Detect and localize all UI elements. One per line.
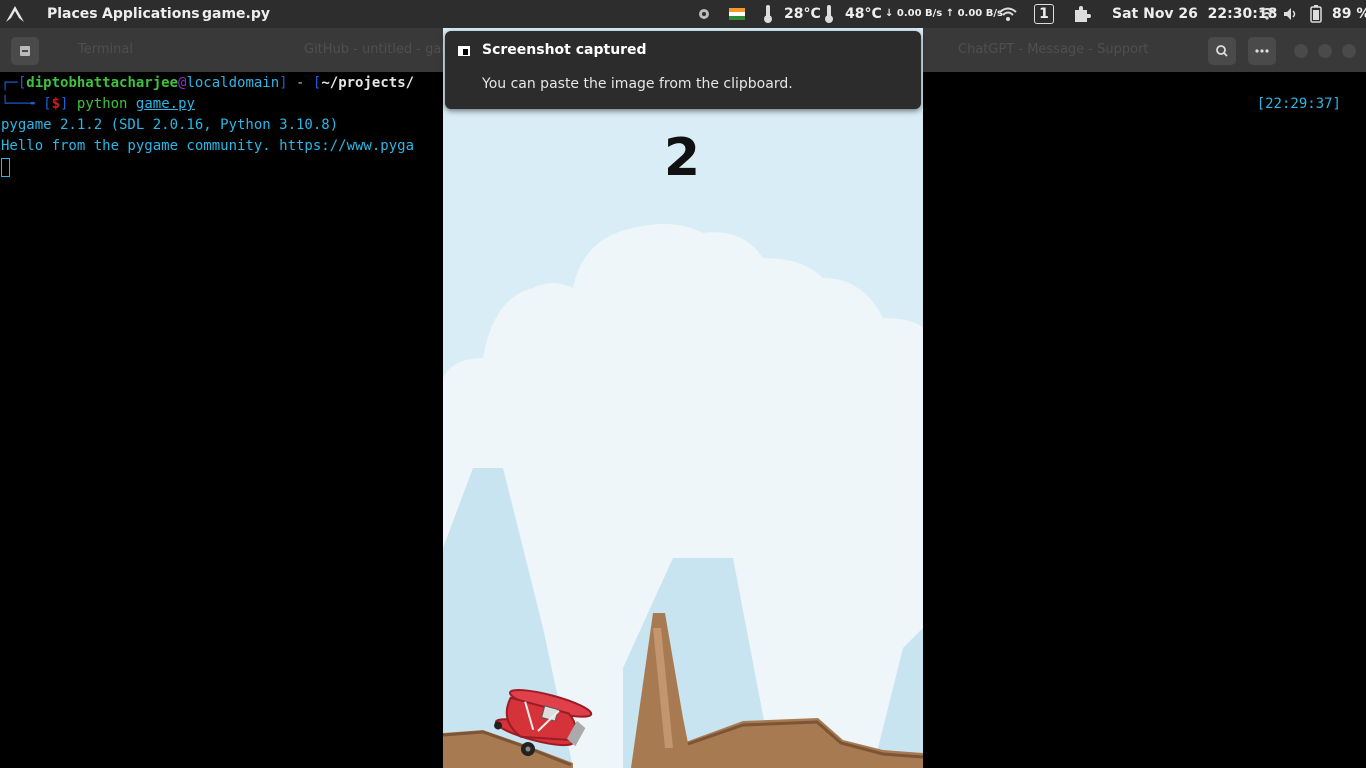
wifi-status-icon[interactable]	[1259, 0, 1275, 28]
network-speed[interactable]: ↓ 0.00 B/s ↑ 0.00 B/s	[885, 0, 1003, 28]
maximize-button[interactable]	[1318, 44, 1332, 58]
applications-menu[interactable]: Applications	[102, 0, 200, 28]
menu-button[interactable]	[1248, 37, 1276, 65]
arch-logo-icon[interactable]	[6, 0, 24, 28]
prompt-symbol: $	[51, 96, 61, 112]
prompt-timestamp: [22:29:37]	[1256, 96, 1341, 112]
workspace-indicator[interactable]: 1	[1034, 4, 1054, 24]
tab-message-ghost[interactable]: ChatGPT - Message - Support	[958, 42, 1149, 57]
screenshot-icon	[458, 46, 470, 56]
places-menu[interactable]: Places	[47, 0, 98, 28]
top-panel: Places Applications game.py 28°C 48°C ↓ …	[0, 0, 1366, 28]
screenshot-notification[interactable]: Screenshot captured You can paste the im…	[445, 31, 921, 109]
score-counter: 2	[663, 128, 703, 188]
clock-datetime[interactable]: Sat Nov 26 22:30:18	[1112, 0, 1277, 28]
settings-gear-icon[interactable]	[696, 0, 712, 28]
command-text: python	[76, 96, 128, 112]
prompt-line-2: └──╼ [$] python game.py	[1, 96, 195, 112]
gpu-temp[interactable]: 48°C	[845, 0, 882, 28]
date-text: Sat Nov 26	[1112, 6, 1198, 22]
wifi-icon[interactable]	[999, 0, 1017, 28]
notification-body: You can paste the image from the clipboa…	[482, 76, 793, 92]
tab-terminal-ghost[interactable]: Terminal	[78, 42, 133, 57]
prompt-line-1: ┌─[diptobhattacharjee@localdomain] - [~/…	[1, 75, 415, 91]
command-argument[interactable]: game.py	[136, 96, 195, 112]
output-line-2: Hello from the pygame community. https:/…	[1, 138, 415, 154]
cpu-temp[interactable]: 28°C	[784, 0, 821, 28]
thermometer-icon	[763, 0, 773, 28]
thermometer-icon	[824, 0, 834, 28]
close-button[interactable]	[1342, 44, 1356, 58]
volume-icon[interactable]	[1284, 0, 1298, 28]
minimize-button[interactable]	[1294, 44, 1308, 58]
search-button[interactable]	[1208, 37, 1236, 65]
terminal-cursor	[1, 158, 10, 177]
battery-icon[interactable]	[1310, 0, 1322, 28]
notification-title: Screenshot captured	[482, 42, 647, 58]
output-line-1: pygame 2.1.2 (SDL 2.0.16, Python 3.10.8)	[1, 117, 339, 133]
prompt-path: ~/projects/	[321, 75, 415, 91]
prompt-user: diptobhattacharjee	[26, 75, 179, 91]
prompt-host: localdomain	[186, 75, 280, 91]
tab-github-ghost[interactable]: GitHub - untitled - game	[304, 42, 462, 57]
prompt-corner: ┌─[	[1, 75, 27, 91]
active-app-name[interactable]: game.py	[202, 0, 270, 28]
game-window[interactable]: 2	[443, 28, 923, 768]
india-flag-icon[interactable]	[729, 0, 745, 28]
new-tab-button[interactable]	[11, 37, 39, 65]
battery-percent[interactable]: 89 %	[1332, 0, 1366, 28]
extensions-puzzle-icon[interactable]	[1072, 0, 1092, 28]
